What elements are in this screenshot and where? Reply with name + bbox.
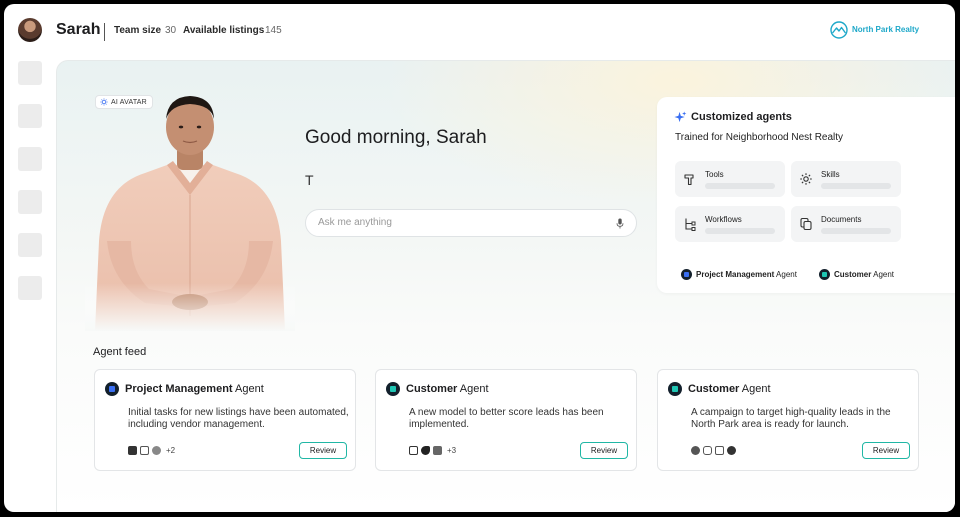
- more-integrations-count: +2: [166, 446, 176, 455]
- feed-card-message: Initial tasks for new listings have been…: [128, 407, 349, 430]
- brand-logo: North Park Realty: [830, 21, 919, 41]
- workflow-icon: [685, 218, 696, 231]
- r-app-icon: [727, 446, 736, 455]
- feed-card-integrations: [691, 446, 736, 455]
- gmail-icon: [140, 446, 149, 455]
- rail-item-2[interactable]: [18, 104, 42, 128]
- agent-chip-suffix: Agent: [873, 270, 895, 279]
- sparkle-icon: [674, 111, 687, 123]
- tile-skills-label: Skills: [821, 170, 840, 179]
- tile-workflows-bar: [705, 228, 775, 234]
- mountain-logo-icon: [830, 21, 848, 39]
- agent-feed-title: Agent feed: [93, 346, 147, 358]
- feed-card-message: A new model to better score leads has be…: [409, 407, 604, 430]
- available-listings-label: Available listings: [183, 25, 265, 36]
- notion-icon: [409, 446, 418, 455]
- tile-documents[interactable]: Documents: [791, 206, 901, 242]
- feed-card-agent-name: Customer: [688, 383, 740, 395]
- feed-card-agent-suffix: Agent: [235, 383, 264, 395]
- rail-item-6[interactable]: [18, 276, 42, 300]
- feed-card-agent-suffix: Agent: [741, 383, 771, 395]
- feed-card-header: Customer Agent: [386, 382, 489, 396]
- team-size-label: Team size: [114, 25, 162, 36]
- tile-workflows-label: Workflows: [705, 215, 742, 224]
- feed-card-project-management: Project Management Agent Initial tasks f…: [94, 369, 356, 471]
- customer-agent-icon: [386, 382, 400, 396]
- feed-card-integrations: +2: [128, 446, 175, 455]
- customized-agents-subtitle: Trained for Neighborhood Nest Realty: [675, 132, 844, 143]
- customized-agents-card: Customized agents Trained for Neighborho…: [657, 97, 955, 293]
- user-name: Sarah: [56, 21, 101, 38]
- agent-chip-name: Project Management: [696, 270, 775, 279]
- bold-b-icon: [421, 446, 430, 455]
- rail-item-1[interactable]: [18, 61, 42, 85]
- feed-card-header: Project Management Agent: [105, 382, 264, 396]
- team-size-value: 30: [165, 25, 177, 36]
- tile-tools[interactable]: Tools: [675, 161, 785, 197]
- rail-item-5[interactable]: [18, 233, 42, 257]
- sparkle-gear-icon: [100, 98, 108, 106]
- review-button[interactable]: Review: [862, 442, 910, 459]
- avatar[interactable]: [18, 18, 42, 42]
- gmail-icon: [715, 446, 724, 455]
- review-button[interactable]: Review: [299, 442, 347, 459]
- hammer-icon: [684, 174, 694, 186]
- microphone-icon[interactable]: [616, 218, 624, 229]
- ask-input[interactable]: Ask me anything: [305, 209, 637, 237]
- tile-skills-bar: [821, 183, 891, 189]
- tile-skills[interactable]: Skills: [791, 161, 901, 197]
- ai-avatar-badge-label: AI AVATAR: [111, 98, 147, 106]
- agent-chip-project-management[interactable]: Project Management Agent: [681, 269, 797, 280]
- project-management-agent-icon: [105, 382, 119, 396]
- app-window: Sarah Team size 30 Available listings 14…: [4, 4, 955, 512]
- customer-agent-icon: [668, 382, 682, 396]
- tile-tools-bar: [705, 183, 775, 189]
- instagram-icon: [703, 446, 712, 455]
- project-management-agent-icon: [681, 269, 692, 280]
- feed-card-customer-leads: Customer Agent A new model to better sco…: [375, 369, 637, 471]
- tile-documents-bar: [821, 228, 891, 234]
- documents-icon: [800, 217, 812, 231]
- agent-chip-name: Customer: [834, 270, 872, 279]
- feed-card-agent-name: Project Management: [125, 383, 233, 395]
- top-bar: Sarah Team size 30 Available listings 14…: [4, 4, 955, 60]
- ai-avatar-presenter: [85, 91, 295, 331]
- ai-avatar-badge: AI AVATAR: [95, 95, 153, 109]
- tile-documents-label: Documents: [821, 215, 862, 224]
- rail-item-3[interactable]: [18, 147, 42, 171]
- feed-card-customer-campaign: Customer Agent A campaign to target high…: [657, 369, 919, 471]
- doc-app-icon: [433, 446, 442, 455]
- main-panel: AI AVATAR Good morning, Sarah T Ask me a…: [56, 60, 955, 512]
- ask-input-placeholder: Ask me anything: [318, 217, 392, 228]
- typed-response-text: T: [305, 172, 314, 188]
- brand-name: North Park Realty: [852, 25, 920, 34]
- greeting-heading: Good morning, Sarah: [305, 127, 487, 148]
- more-integrations-count: +3: [447, 446, 457, 455]
- feed-card-agent-suffix: Agent: [459, 383, 489, 395]
- customized-agents-title: Customized agents: [691, 111, 792, 123]
- agent-chip-customer[interactable]: Customer Agent: [819, 269, 894, 280]
- feed-card-message: A campaign to target high-quality leads …: [691, 407, 891, 430]
- header-divider: [104, 23, 105, 41]
- agent-chip-suffix: Agent: [776, 270, 797, 279]
- feed-card-integrations: +3: [409, 446, 456, 455]
- customer-agent-icon: [819, 269, 830, 280]
- feed-card-header: Customer Agent: [668, 382, 771, 396]
- review-button[interactable]: Review: [580, 442, 628, 459]
- stack-icon: [128, 446, 137, 455]
- circle-app-icon: [152, 446, 161, 455]
- gear-icon: [800, 173, 812, 185]
- feed-card-agent-name: Customer: [406, 383, 458, 395]
- available-listings-value: 145: [265, 25, 282, 36]
- tile-workflows[interactable]: Workflows: [675, 206, 785, 242]
- facebook-icon: [691, 446, 700, 455]
- rail-item-4[interactable]: [18, 190, 42, 214]
- tile-tools-label: Tools: [705, 170, 724, 179]
